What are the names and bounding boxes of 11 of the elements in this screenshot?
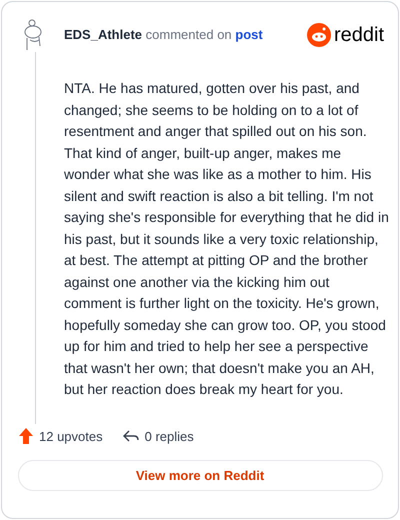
view-more-button[interactable]: View more on Reddit xyxy=(18,460,382,491)
alien-logo-icon xyxy=(306,23,331,47)
reply-count: 0 replies xyxy=(144,428,194,446)
reply-arrow-icon[interactable] xyxy=(122,429,139,444)
action-text: commented on xyxy=(146,27,232,42)
upvote-arrow-icon[interactable] xyxy=(19,428,33,444)
post-link[interactable]: post xyxy=(235,27,263,42)
brand-wordmark: reddit xyxy=(334,23,384,48)
author-name[interactable]: EDS_Athlete xyxy=(64,27,142,42)
comment-body: NTA. He has matured, gotten over his past, and changed; she seems to be holding on to a lot of resentment and anger that spilled out on his son. That kind of anger, built-up anger, makes me wonder what she was like as a mother to him. His silent and swift reaction is also a bit telling. I'm not saying she's responsible for everything that he did in his past, but it sounds like a very toxic relationship, at best. The attempt at pitting OP and the brother against one another via the kicking him out comment is further light on the toxicity. He's grown, hopefully someday she can grow too. OP, you stood up for him and tried to help her see a perspective that wasn't her own; that doesn't make you an AH, but her reaction does break my heart for you. xyxy=(64,79,390,399)
upvote-count: 12 upvotes xyxy=(39,428,103,446)
